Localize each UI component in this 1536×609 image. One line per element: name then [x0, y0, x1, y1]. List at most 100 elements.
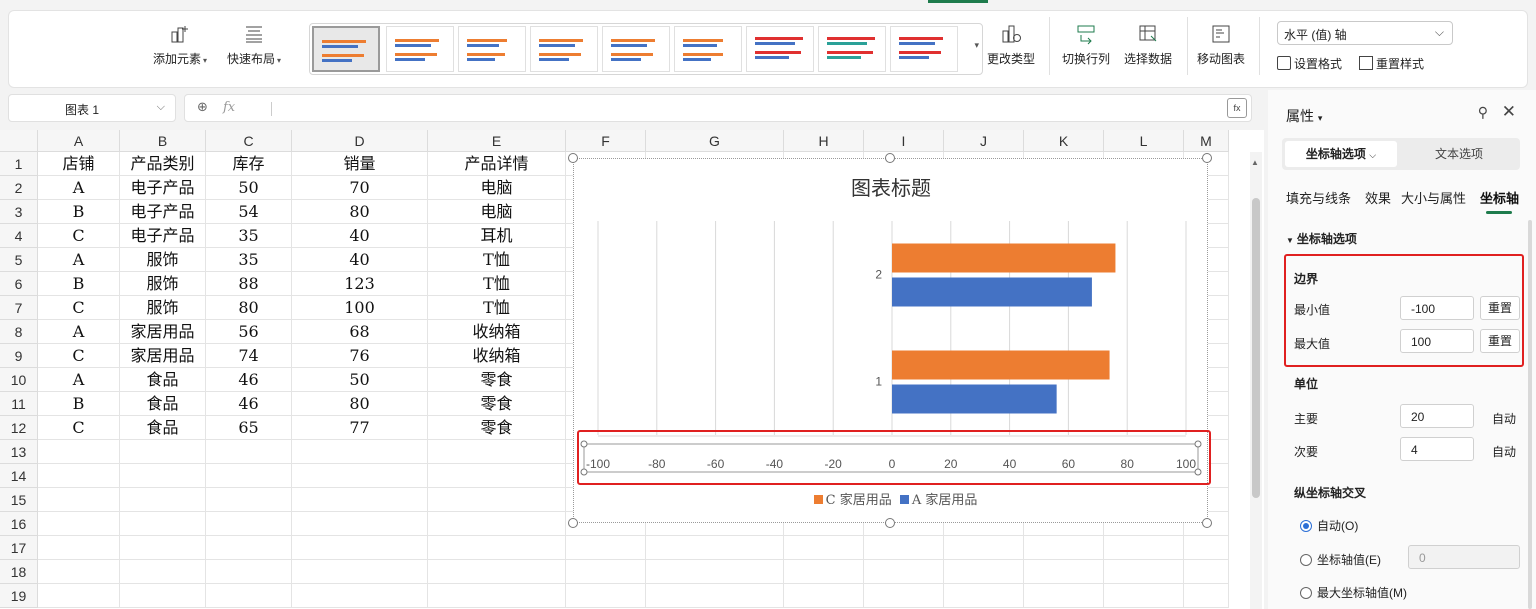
gallery-more-icon[interactable]: ▾ — [974, 40, 979, 51]
chart-style-thumb[interactable] — [602, 26, 670, 72]
cell[interactable]: 46 — [206, 392, 292, 416]
cell[interactable]: 54 — [206, 200, 292, 224]
row-header[interactable]: 13 — [0, 440, 38, 464]
tab-axis-options[interactable]: 坐标轴选项 ⌵ — [1285, 141, 1397, 167]
radio-auto[interactable]: 自动(O) — [1300, 517, 1358, 534]
resize-handle[interactable] — [568, 153, 578, 163]
row-header[interactable]: 6 — [0, 272, 38, 296]
cell[interactable]: 100 — [292, 296, 428, 320]
row-header[interactable]: 16 — [0, 512, 38, 536]
cell[interactable] — [566, 584, 646, 608]
cell[interactable] — [292, 440, 428, 464]
cell[interactable] — [206, 440, 292, 464]
cell[interactable]: 服饰 — [120, 248, 206, 272]
cell[interactable]: 50 — [292, 368, 428, 392]
cell[interactable]: 35 — [206, 248, 292, 272]
chart-style-thumb[interactable] — [458, 26, 526, 72]
radio-axis-value[interactable]: 坐标轴值(E) — [1300, 551, 1381, 568]
scroll-up-icon[interactable]: ▲ — [1251, 158, 1259, 167]
subtab-axis[interactable]: 坐标轴 — [1480, 188, 1519, 214]
cell[interactable] — [566, 560, 646, 584]
close-icon[interactable]: ✕ — [1502, 102, 1516, 122]
column-header[interactable]: L — [1104, 130, 1184, 152]
cell[interactable] — [206, 560, 292, 584]
cell[interactable] — [646, 584, 784, 608]
chart-element-select[interactable]: 水平 (值) 轴 ⌵ — [1277, 21, 1453, 45]
column-header[interactable]: M — [1184, 130, 1229, 152]
resize-handle[interactable] — [1202, 518, 1212, 528]
cell[interactable] — [292, 584, 428, 608]
cell[interactable] — [1024, 536, 1104, 560]
cell[interactable] — [428, 560, 566, 584]
quick-layout-button[interactable]: 快速布局 ▾ — [221, 23, 287, 67]
cell[interactable] — [292, 560, 428, 584]
column-header[interactable]: H — [784, 130, 864, 152]
axis-value-input[interactable]: 0 — [1408, 545, 1520, 569]
column-header[interactable]: A — [38, 130, 120, 152]
cell[interactable]: 电子产品 — [120, 200, 206, 224]
cell[interactable]: 68 — [292, 320, 428, 344]
cell[interactable] — [944, 560, 1024, 584]
cell[interactable] — [944, 536, 1024, 560]
cell[interactable]: 家居用品 — [120, 344, 206, 368]
select-all-corner[interactable] — [0, 130, 38, 152]
cell[interactable]: A — [38, 248, 120, 272]
cell[interactable] — [38, 512, 120, 536]
cell[interactable] — [784, 536, 864, 560]
cell[interactable] — [428, 488, 566, 512]
column-header[interactable]: I — [864, 130, 944, 152]
cell[interactable]: T恤 — [428, 296, 566, 320]
cell[interactable]: 80 — [206, 296, 292, 320]
cell[interactable] — [784, 560, 864, 584]
cell[interactable] — [120, 560, 206, 584]
major-unit-input[interactable]: 20 — [1400, 404, 1474, 428]
cell[interactable]: 电脑 — [428, 200, 566, 224]
cell[interactable] — [1104, 536, 1184, 560]
column-header[interactable]: E — [428, 130, 566, 152]
cell[interactable]: C — [38, 296, 120, 320]
cell[interactable]: 收纳箱 — [428, 344, 566, 368]
cell[interactable]: 74 — [206, 344, 292, 368]
chart-style-thumb[interactable] — [312, 26, 380, 72]
cell[interactable]: C — [38, 224, 120, 248]
cell[interactable]: T恤 — [428, 272, 566, 296]
cell[interactable] — [120, 536, 206, 560]
row-header[interactable]: 17 — [0, 536, 38, 560]
column-header[interactable]: G — [646, 130, 784, 152]
cell[interactable] — [428, 536, 566, 560]
cell[interactable]: 70 — [292, 176, 428, 200]
cell[interactable]: 家居用品 — [120, 320, 206, 344]
reset-max-button[interactable]: 重置 — [1480, 329, 1520, 353]
cell[interactable] — [864, 536, 944, 560]
cell[interactable]: 76 — [292, 344, 428, 368]
cell[interactable]: T恤 — [428, 248, 566, 272]
cell[interactable] — [1184, 560, 1229, 584]
cell[interactable]: 食品 — [120, 416, 206, 440]
cell[interactable] — [944, 584, 1024, 608]
cell[interactable] — [120, 464, 206, 488]
row-header[interactable]: 11 — [0, 392, 38, 416]
chart-style-thumb[interactable] — [530, 26, 598, 72]
cell[interactable] — [120, 440, 206, 464]
cell[interactable] — [38, 440, 120, 464]
cell[interactable]: 库存 — [206, 152, 292, 176]
cell[interactable] — [38, 488, 120, 512]
cell[interactable]: 收纳箱 — [428, 320, 566, 344]
zoom-icon[interactable]: ⊕ — [197, 99, 208, 115]
cell[interactable] — [120, 488, 206, 512]
cell[interactable] — [206, 488, 292, 512]
change-type-button[interactable]: 更改类型 — [983, 23, 1039, 67]
cell[interactable] — [646, 536, 784, 560]
cell[interactable] — [864, 560, 944, 584]
cell[interactable]: 40 — [292, 248, 428, 272]
row-header[interactable]: 19 — [0, 584, 38, 608]
cell[interactable] — [566, 536, 646, 560]
row-header[interactable]: 3 — [0, 200, 38, 224]
pane-title[interactable]: 属性 ▾ — [1286, 106, 1322, 126]
minor-auto-label[interactable]: 自动 — [1492, 443, 1516, 460]
cell[interactable]: 电子产品 — [120, 176, 206, 200]
radio-max-axis-value[interactable]: 最大坐标轴值(M) — [1300, 584, 1407, 601]
cell[interactable]: 服饰 — [120, 296, 206, 320]
cell[interactable]: 产品详情 — [428, 152, 566, 176]
cell[interactable]: 123 — [292, 272, 428, 296]
